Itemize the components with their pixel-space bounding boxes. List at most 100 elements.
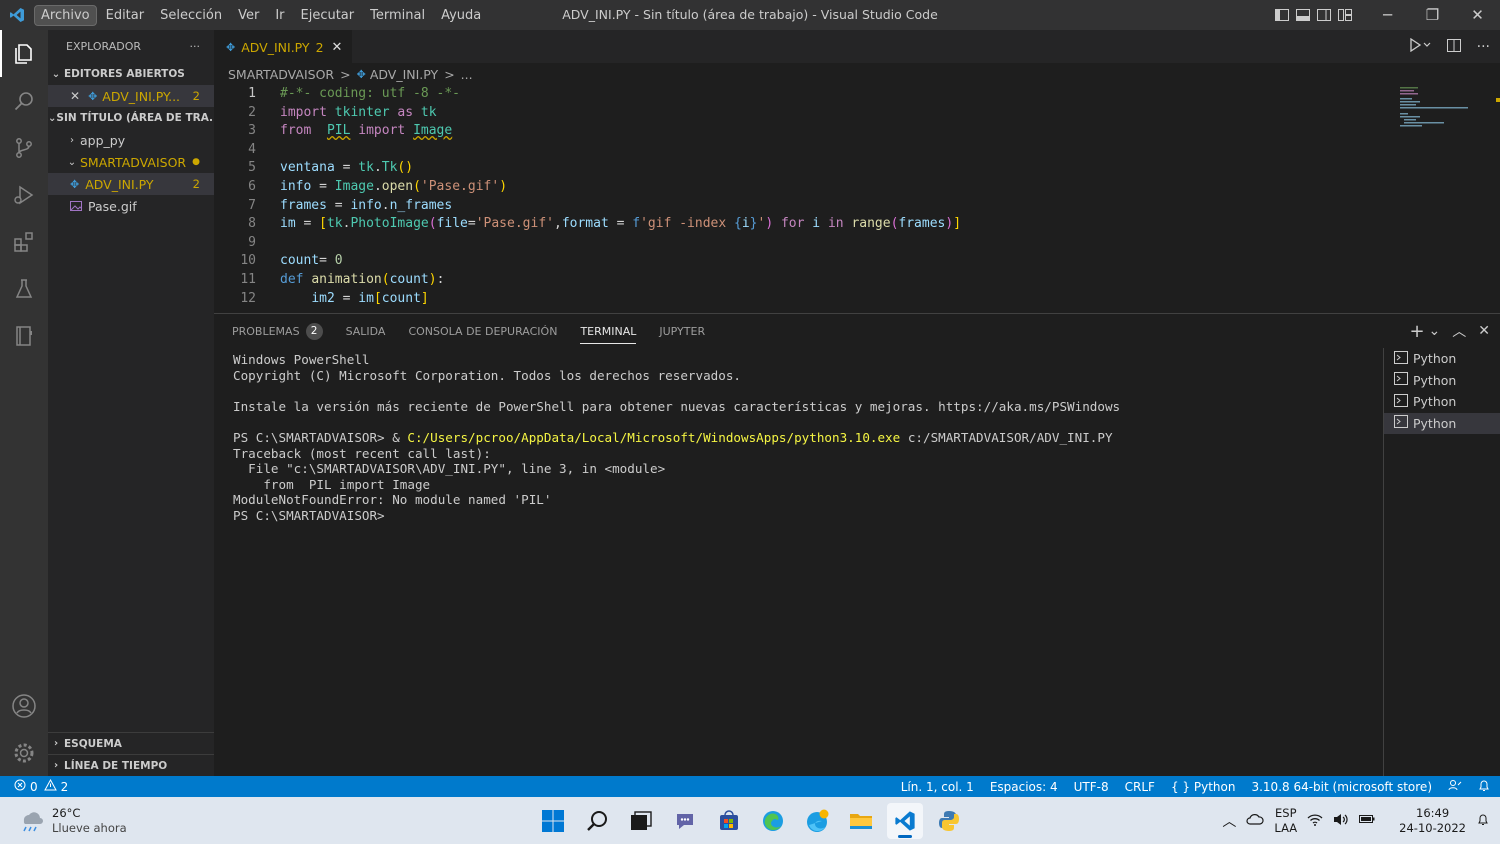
- terminal-icon: [1394, 372, 1408, 388]
- tab-adv-ini[interactable]: ✥ ADV_INI.PY 2 ✕: [214, 30, 353, 63]
- language-mode[interactable]: { } Python: [1171, 780, 1236, 794]
- run-debug-icon[interactable]: [0, 171, 48, 218]
- onedrive-cloud-icon[interactable]: [1246, 813, 1265, 828]
- open-editors-section[interactable]: ⌄ EDITORES ABIERTOS: [48, 63, 214, 85]
- more-actions-icon[interactable]: ···: [190, 40, 201, 53]
- source-control-icon[interactable]: [0, 124, 48, 171]
- workspace-section[interactable]: ⌄ SIN TÍTULO (ÁREA DE TRA...: [48, 107, 214, 129]
- python-interpreter[interactable]: 3.10.8 64-bit (microsoft store): [1251, 780, 1432, 794]
- tab-jupyter[interactable]: JUPYTER: [659, 314, 705, 348]
- menu-ayuda[interactable]: Ayuda: [434, 5, 488, 26]
- chevron-down-icon[interactable]: ⌄: [1429, 323, 1441, 339]
- close-tab-icon[interactable]: ✕: [332, 40, 343, 55]
- menu-terminal[interactable]: Terminal: [363, 5, 432, 26]
- minimap[interactable]: [1398, 85, 1488, 130]
- account-icon[interactable]: [0, 682, 48, 729]
- problems-status[interactable]: 0 2: [0, 778, 69, 794]
- open-editor-item[interactable]: ✕ ✥ ADV_INI.PY... 2: [48, 85, 214, 107]
- terminal-list-item[interactable]: Python: [1384, 370, 1500, 392]
- menu-archivo[interactable]: Archivo: [34, 4, 97, 26]
- code-line: 5 ventana = tk.Tk(): [214, 159, 1394, 178]
- line-number: 6: [248, 178, 256, 194]
- teams-chat-icon[interactable]: [667, 803, 703, 839]
- tab-debug-console[interactable]: CONSOLA DE DEPURACIÓN: [408, 314, 557, 348]
- feedback-icon[interactable]: [1448, 779, 1462, 794]
- python-icon[interactable]: [931, 803, 967, 839]
- breadcrumb-file[interactable]: ADV_INI.PY: [370, 67, 438, 82]
- notification-center-icon[interactable]: [1476, 812, 1490, 829]
- close-panel-icon[interactable]: ✕: [1478, 323, 1490, 339]
- cursor-position[interactable]: Lín. 1, col. 1: [901, 780, 974, 794]
- menu-ver[interactable]: Ver: [231, 5, 266, 26]
- menu-editar[interactable]: Editar: [99, 5, 152, 26]
- breadcrumb-folder[interactable]: SMARTADVAISOR: [228, 67, 334, 82]
- weather-temp: 26°C: [52, 806, 81, 820]
- folder-item-smartadvaisor[interactable]: ⌄ SMARTADVAISOR ●: [48, 151, 214, 173]
- jupyter-icon[interactable]: [0, 312, 48, 359]
- menu-seleccion[interactable]: Selección: [153, 5, 229, 26]
- language-indicator[interactable]: ESP LAA: [1274, 806, 1297, 836]
- windows-start-icon[interactable]: [535, 803, 571, 839]
- store-icon[interactable]: [711, 803, 747, 839]
- code-line: 12 im2 = im[count]: [214, 290, 1394, 309]
- terminal-line: Instale la versión más reciente de Power…: [233, 398, 1121, 414]
- breadcrumb-symbols[interactable]: ...: [461, 67, 473, 82]
- vscode-logo-icon: [0, 0, 34, 30]
- terminal-output[interactable]: Windows PowerShell Copyright (C) Microsof…: [233, 352, 1373, 524]
- customize-layout-icon[interactable]: [1334, 0, 1355, 30]
- toggle-primary-sidebar-icon[interactable]: [1271, 0, 1292, 30]
- wifi-icon[interactable]: [1307, 813, 1323, 829]
- minimize-button[interactable]: ─: [1365, 0, 1410, 30]
- battery-icon[interactable]: [1359, 813, 1375, 828]
- terminal-list-item[interactable]: Python: [1384, 412, 1500, 434]
- end-of-line[interactable]: CRLF: [1125, 780, 1155, 794]
- search-icon[interactable]: [579, 803, 615, 839]
- terminal-list-label: Python: [1413, 394, 1457, 410]
- maximize-panel-icon[interactable]: ︿: [1452, 321, 1466, 341]
- edge-beta-icon[interactable]: [799, 803, 835, 839]
- tab-output[interactable]: SALIDA: [346, 314, 386, 348]
- tab-problems[interactable]: PROBLEMAS 2: [232, 314, 323, 348]
- toggle-secondary-sidebar-icon[interactable]: [1313, 0, 1334, 30]
- open-editor-label: ADV_INI.PY...: [102, 88, 181, 104]
- code-editor[interactable]: 1 #-*- coding: utf -8 -*- 2 import tkinter…: [214, 85, 1394, 313]
- task-view-icon[interactable]: [623, 803, 659, 839]
- problems-count-badge: 2: [305, 322, 323, 340]
- extensions-icon[interactable]: [0, 218, 48, 265]
- search-icon[interactable]: [0, 77, 48, 124]
- restore-button[interactable]: ❐: [1410, 0, 1455, 30]
- encoding[interactable]: UTF-8: [1074, 780, 1109, 794]
- explorer-files-icon[interactable]: [0, 30, 48, 77]
- volume-icon[interactable]: [1333, 813, 1349, 829]
- timeline-section[interactable]: › LÍNEA DE TIEMPO: [48, 754, 214, 776]
- toggle-panel-icon[interactable]: [1292, 0, 1313, 30]
- warning-count: 2: [60, 779, 69, 794]
- weather-widget[interactable]: 26°C Llueve ahora: [18, 806, 127, 836]
- tab-terminal[interactable]: TERMINAL: [580, 314, 636, 348]
- file-item-pase-gif[interactable]: Pase.gif: [48, 195, 214, 217]
- file-explorer-icon[interactable]: [843, 803, 879, 839]
- breadcrumb-separator: >: [444, 66, 455, 82]
- menu-ir[interactable]: Ir: [268, 5, 291, 26]
- terminal-list-item[interactable]: Python: [1384, 348, 1500, 370]
- folder-item-app-py[interactable]: › app_py: [48, 129, 214, 151]
- file-item-adv-ini[interactable]: ✥ ADV_INI.PY 2: [48, 173, 214, 195]
- testing-flask-icon[interactable]: [0, 265, 48, 312]
- more-actions-icon[interactable]: ···: [1477, 39, 1490, 55]
- menu-ejecutar[interactable]: Ejecutar: [294, 5, 362, 26]
- show-hidden-icons-icon[interactable]: ︿: [1222, 811, 1236, 831]
- vscode-icon[interactable]: [887, 802, 923, 839]
- edge-icon[interactable]: [755, 803, 791, 839]
- settings-gear-icon[interactable]: [0, 729, 48, 776]
- terminal-list-item[interactable]: Python: [1384, 391, 1500, 413]
- split-editor-icon[interactable]: [1446, 37, 1461, 56]
- open-editors-title: EDITORES ABIERTOS: [64, 68, 185, 80]
- close-editor-icon[interactable]: ✕: [70, 89, 80, 103]
- run-python-file-icon[interactable]: [1409, 37, 1431, 56]
- notifications-bell-icon[interactable]: [1478, 779, 1490, 795]
- new-terminal-icon[interactable]: +: [1409, 321, 1424, 342]
- outline-section[interactable]: › ESQUEMA: [48, 732, 214, 754]
- close-window-button[interactable]: ✕: [1455, 0, 1500, 30]
- clock[interactable]: 16:49 24-10-2022: [1399, 806, 1466, 836]
- indentation[interactable]: Espacios: 4: [990, 780, 1058, 794]
